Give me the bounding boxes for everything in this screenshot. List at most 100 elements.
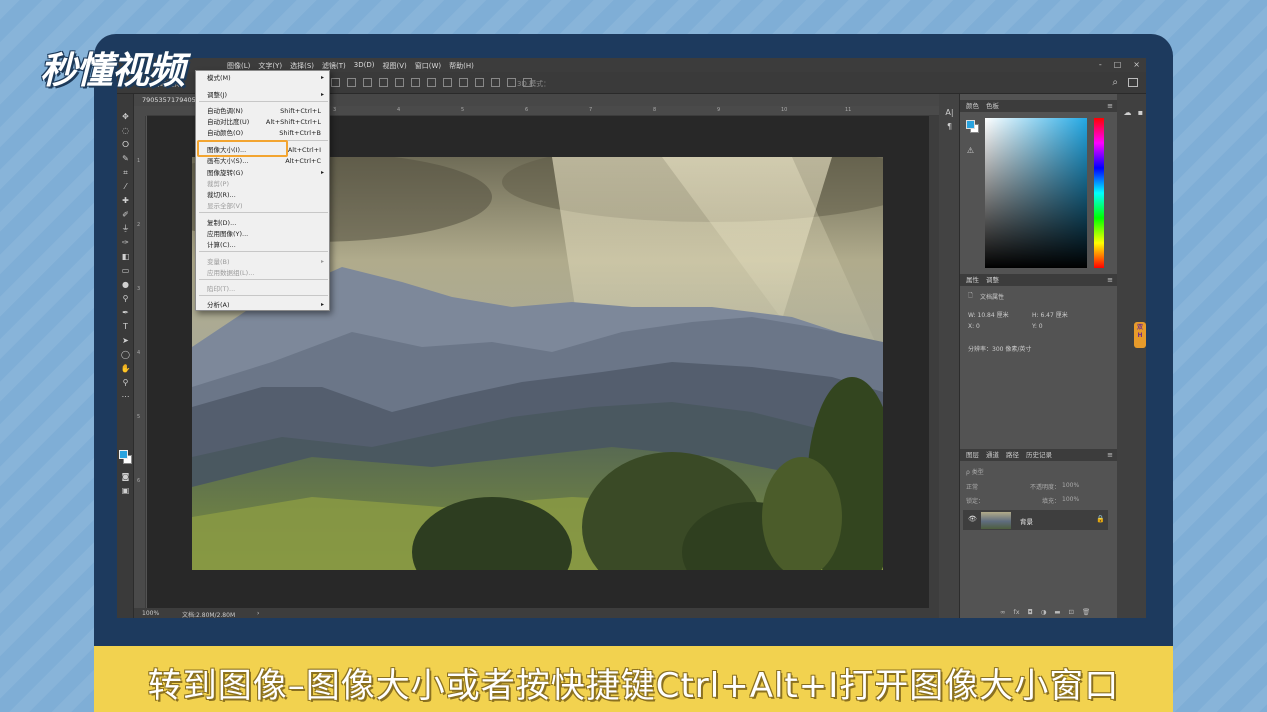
tab-swatches[interactable]: 色板 bbox=[986, 100, 999, 112]
new-layer-icon[interactable]: ⊡ bbox=[1069, 608, 1074, 616]
status-arrow[interactable]: › bbox=[257, 610, 259, 617]
tab-color[interactable]: 颜色 bbox=[966, 100, 979, 112]
x-value[interactable]: X: 0 bbox=[968, 323, 980, 330]
menu-item-2[interactable]: 自动对比度(U) Alt+Shift+Ctrl+L bbox=[196, 117, 329, 127]
close-button[interactable]: × bbox=[1133, 60, 1140, 69]
type-tool-icon[interactable]: T bbox=[120, 322, 131, 332]
menu-item-13[interactable]: 变量(B) ▸ bbox=[196, 257, 329, 267]
path-select-tool-icon[interactable]: ➤ bbox=[120, 336, 131, 346]
screen-mode-icon[interactable]: ▣ bbox=[120, 486, 131, 496]
quick-mask-icon[interactable]: ◙ bbox=[120, 472, 131, 482]
tab-layers[interactable]: 图层 bbox=[966, 449, 979, 461]
menu-item-14[interactable]: 应用数据组(L)... bbox=[196, 268, 329, 278]
menu-4[interactable]: 3D(D) bbox=[354, 61, 375, 71]
maximize-button[interactable]: □ bbox=[1114, 60, 1122, 69]
paragraph-panel-icon[interactable]: ¶ bbox=[944, 122, 955, 132]
clone-stamp-tool-icon[interactable]: ⏚ bbox=[120, 224, 131, 234]
color-panel-menu-icon[interactable]: ≡ bbox=[1107, 102, 1113, 110]
layer-lock-icon[interactable]: 🔒 bbox=[1096, 515, 1105, 523]
link-layers-icon[interactable]: ∞ bbox=[1000, 608, 1005, 616]
visibility-eye-icon[interactable]: 👁 bbox=[968, 515, 977, 523]
foreground-color-swatch[interactable] bbox=[119, 450, 128, 459]
crop-tool-icon[interactable]: ⌗ bbox=[120, 168, 131, 178]
marquee-tool-icon[interactable]: ◌ bbox=[120, 126, 131, 136]
y-value[interactable]: Y: 0 bbox=[1032, 323, 1043, 330]
add-mask-icon[interactable]: ◘ bbox=[1028, 608, 1033, 616]
color-panel-foreground[interactable] bbox=[966, 120, 975, 129]
vertical-scrollbar[interactable] bbox=[929, 116, 939, 608]
search-icon[interactable]: ⌕ bbox=[1112, 77, 1118, 88]
height-value[interactable]: H: 6.47 厘米 bbox=[1032, 310, 1068, 319]
shape-tool-icon[interactable]: ◯ bbox=[120, 350, 131, 360]
align-center-icon[interactable] bbox=[347, 78, 356, 87]
new-group-icon[interactable]: ▬ bbox=[1054, 608, 1060, 616]
distribute-center-icon[interactable] bbox=[491, 78, 500, 87]
menu-item-1[interactable]: 自动色调(N) Shift+Ctrl+L bbox=[196, 106, 329, 116]
distribute-right-icon[interactable] bbox=[507, 78, 516, 87]
color-field[interactable] bbox=[985, 118, 1087, 268]
move-tool-icon[interactable]: ✥ bbox=[120, 112, 131, 122]
eyedropper-tool-icon[interactable]: ⁄ bbox=[120, 182, 131, 192]
menu-item-5[interactable]: 画布大小(S)... Alt+Ctrl+C bbox=[196, 156, 329, 166]
healing-brush-tool-icon[interactable]: ✚ bbox=[120, 196, 131, 206]
width-value[interactable]: W: 10.84 厘米 bbox=[968, 310, 1009, 319]
menu-item-11[interactable]: 应用图像(Y)... bbox=[196, 229, 329, 239]
tab-adjustments[interactable]: 调整 bbox=[986, 274, 999, 286]
menu-item-7[interactable]: 裁剪(P) bbox=[196, 179, 329, 189]
align-bottom-icon[interactable] bbox=[411, 78, 420, 87]
libraries-icon[interactable]: ☁ bbox=[1122, 108, 1133, 118]
menu-item-3[interactable]: 自动颜色(O) Shift+Ctrl+B bbox=[196, 128, 329, 138]
pen-tool-icon[interactable]: ✒ bbox=[120, 308, 131, 318]
history-brush-tool-icon[interactable]: ✑ bbox=[120, 238, 131, 248]
quick-select-tool-icon[interactable]: ✎ bbox=[120, 154, 131, 164]
properties-panel-menu-icon[interactable]: ≡ bbox=[1107, 276, 1113, 284]
lasso-tool-icon[interactable]: ⵔ bbox=[120, 140, 131, 150]
delete-layer-icon[interactable]: 🗑 bbox=[1082, 608, 1090, 616]
blend-mode-select[interactable]: 正常 bbox=[966, 482, 978, 491]
blur-tool-icon[interactable]: ● bbox=[120, 280, 131, 290]
menu-item-0[interactable]: 调整(J) ▸ bbox=[196, 90, 329, 100]
menu-5[interactable]: 视图(V) bbox=[382, 61, 406, 71]
tab-paths[interactable]: 路径 bbox=[1006, 449, 1019, 461]
distribute-middle-icon[interactable] bbox=[443, 78, 452, 87]
opacity-value[interactable]: 100% bbox=[1062, 482, 1079, 489]
distribute-top-icon[interactable] bbox=[427, 78, 436, 87]
adjustment-layer-icon[interactable]: ◑ bbox=[1041, 608, 1047, 616]
menu-item-16[interactable]: 分析(A) ▸ bbox=[196, 300, 329, 310]
zoom-tool-icon[interactable]: ⚲ bbox=[120, 378, 131, 388]
eraser-tool-icon[interactable]: ◧ bbox=[120, 252, 131, 262]
menu-item-12[interactable]: 计算(C)... bbox=[196, 240, 329, 250]
layer-style-icon[interactable]: fx bbox=[1013, 608, 1019, 616]
menu-item-mode[interactable]: 模式(M) ▸ bbox=[196, 73, 329, 83]
minimize-button[interactable]: - bbox=[1099, 60, 1102, 69]
distribute-left-icon[interactable] bbox=[475, 78, 484, 87]
tab-channels[interactable]: 通道 bbox=[986, 449, 999, 461]
align-middle-icon[interactable] bbox=[395, 78, 404, 87]
align-right-icon[interactable] bbox=[363, 78, 372, 87]
zoom-level[interactable]: 100% bbox=[142, 610, 159, 617]
menu-7[interactable]: 帮助(H) bbox=[449, 61, 474, 71]
menu-item-6[interactable]: 图像旋转(G) ▸ bbox=[196, 168, 329, 178]
tab-properties[interactable]: 属性 bbox=[966, 274, 979, 286]
workspace-icon[interactable] bbox=[1128, 78, 1138, 87]
tab-history[interactable]: 历史记录 bbox=[1026, 449, 1052, 461]
layer-filter[interactable]: ρ 类型 bbox=[966, 467, 984, 476]
more-tools-icon[interactable]: ⋯ bbox=[120, 392, 131, 402]
menu-item-8[interactable]: 裁切(R)... bbox=[196, 190, 329, 200]
menu-item-15[interactable]: 陷印(T)... bbox=[196, 284, 329, 294]
character-panel-icon[interactable]: A| bbox=[944, 108, 955, 118]
align-left-icon[interactable] bbox=[331, 78, 340, 87]
fill-value[interactable]: 100% bbox=[1062, 496, 1079, 503]
align-top-icon[interactable] bbox=[379, 78, 388, 87]
gradient-tool-icon[interactable]: ▭ bbox=[120, 266, 131, 276]
dodge-tool-icon[interactable]: ⚲ bbox=[120, 294, 131, 304]
layers-panel-menu-icon[interactable]: ≡ bbox=[1107, 451, 1113, 459]
hand-tool-icon[interactable]: ✋ bbox=[120, 364, 131, 374]
hue-slider[interactable] bbox=[1094, 118, 1104, 268]
menu-item-9[interactable]: 显示全部(V) bbox=[196, 201, 329, 211]
distribute-bottom-icon[interactable] bbox=[459, 78, 468, 87]
brush-tool-icon[interactable]: ✐ bbox=[120, 210, 131, 220]
menu-item-10[interactable]: 复制(D)... bbox=[196, 218, 329, 228]
learn-icon[interactable]: ▪ bbox=[1135, 108, 1146, 118]
menu-6[interactable]: 窗口(W) bbox=[415, 61, 441, 71]
